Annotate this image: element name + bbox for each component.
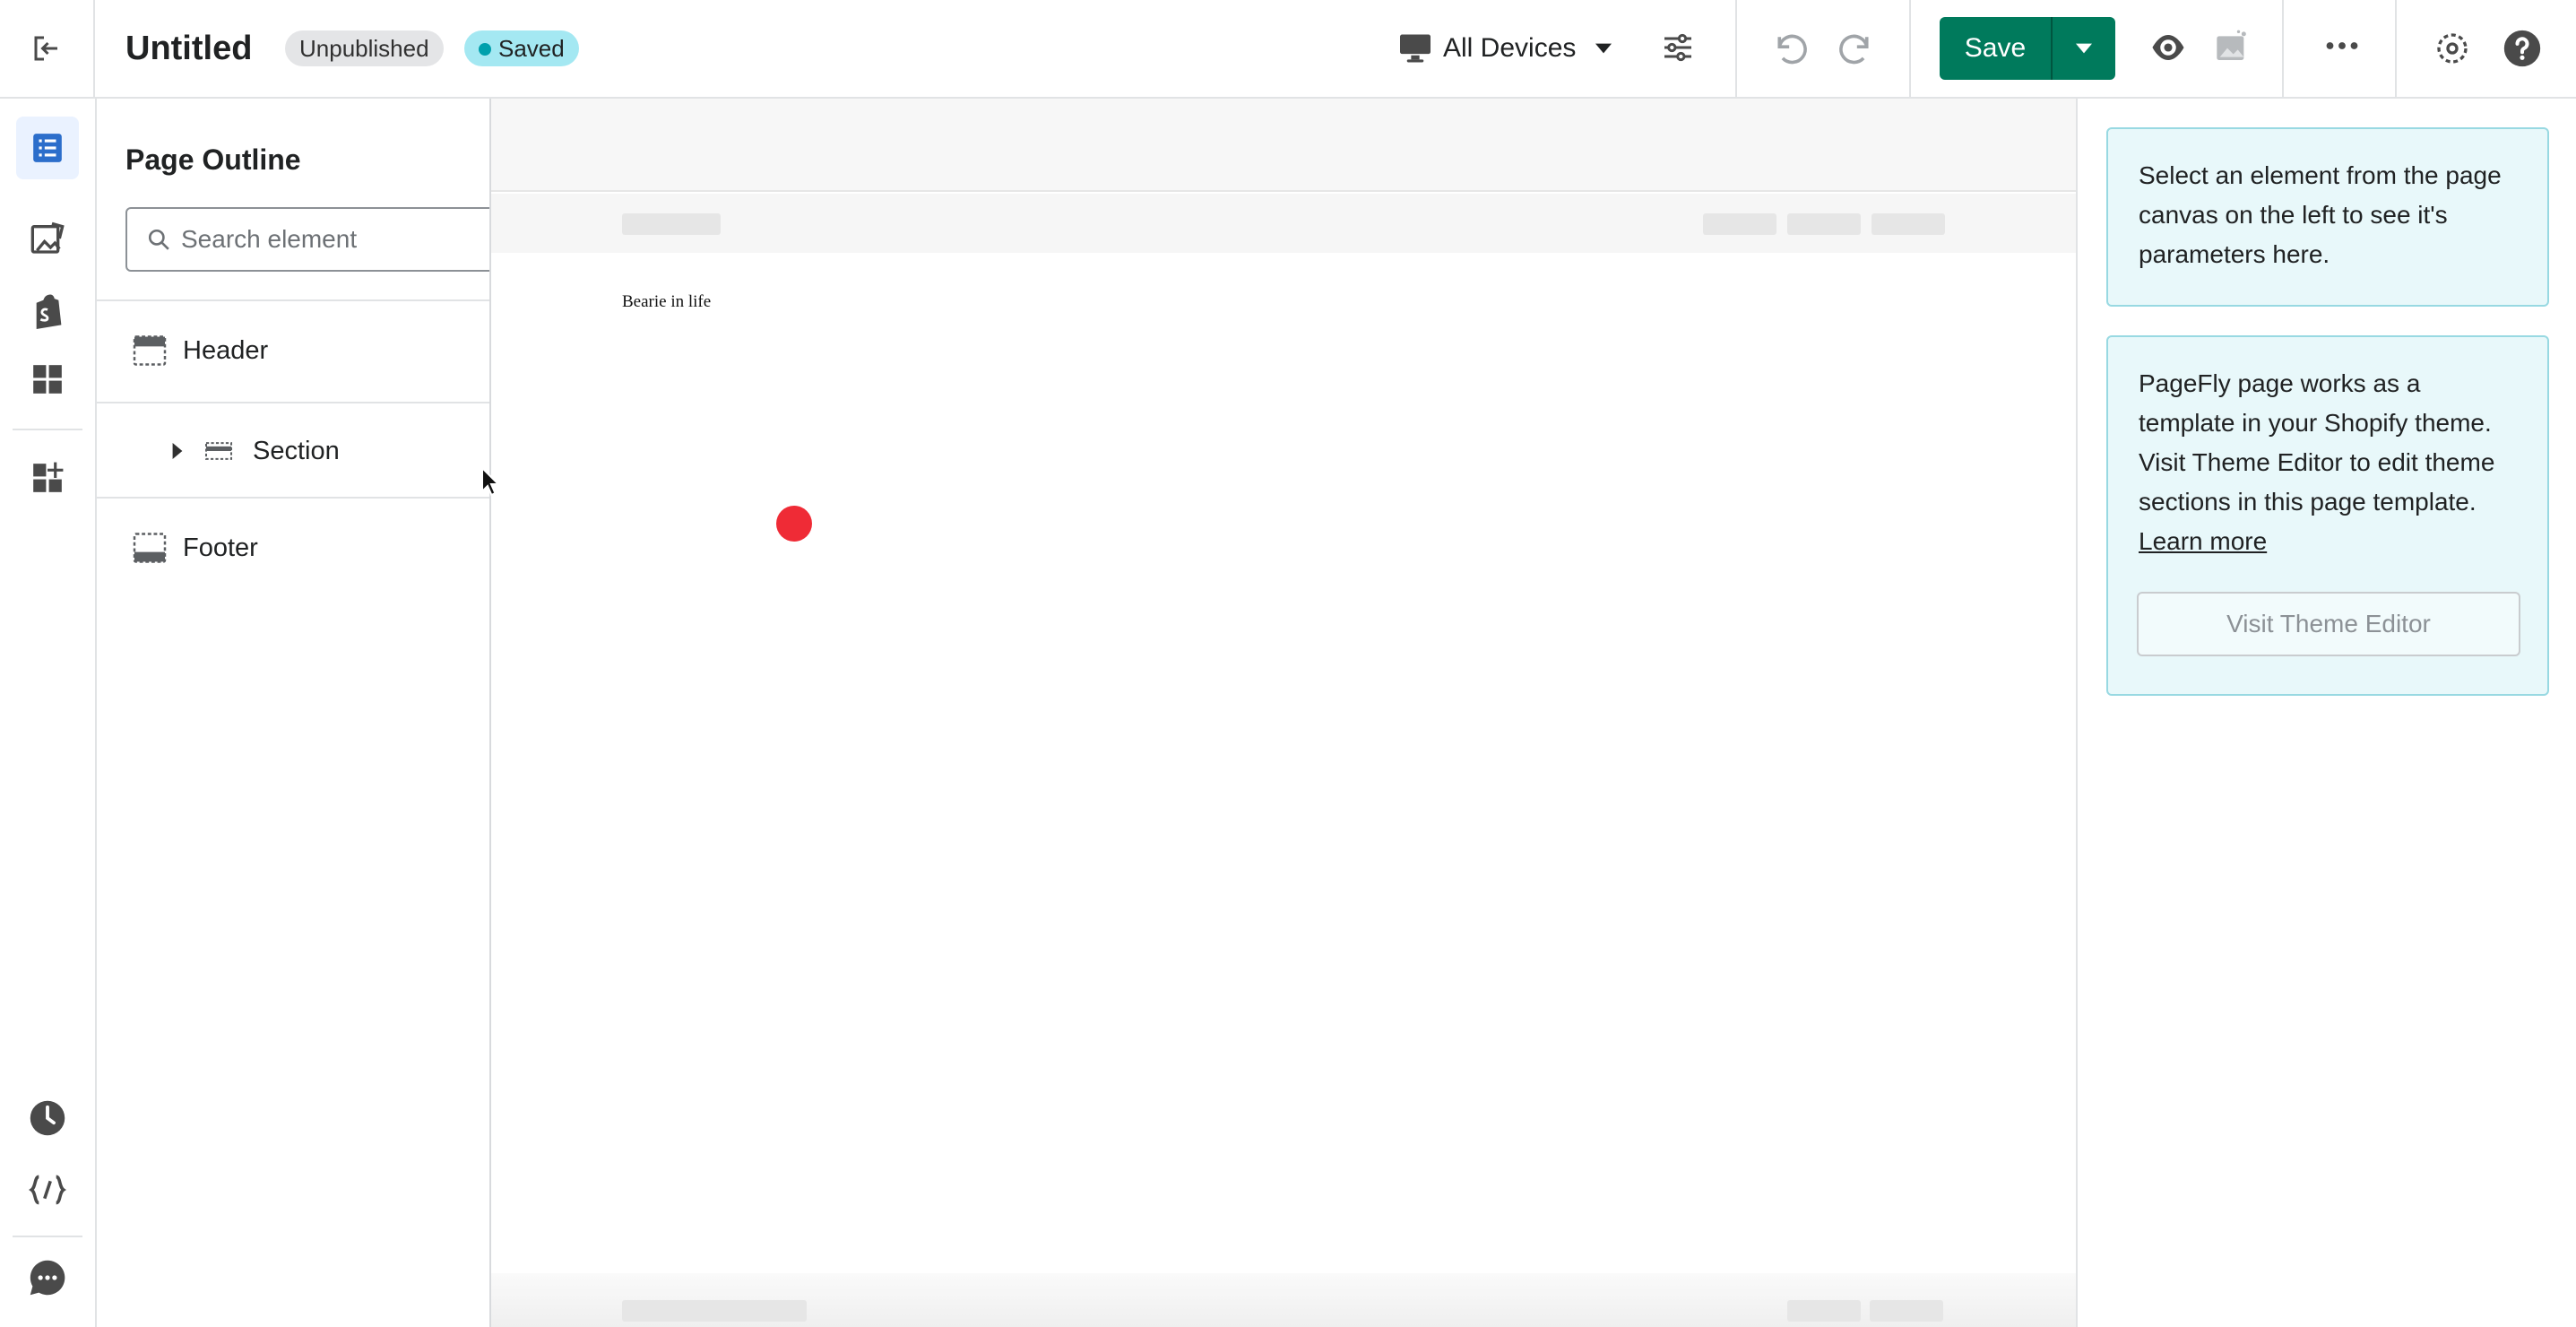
outline-item-label: Section — [253, 436, 340, 465]
page-canvas[interactable]: Bearie in life — [491, 99, 2078, 1327]
gear-icon — [2437, 33, 2468, 64]
undo-button[interactable] — [1771, 30, 1811, 71]
caret-down-icon — [1595, 43, 1612, 54]
outline-item-header[interactable]: Header — [97, 301, 489, 400]
skeleton-footer-link — [1870, 1300, 1943, 1322]
skeleton-nav — [1703, 213, 1776, 235]
info-card-theme-editor: PageFly page works as a template in your… — [2106, 335, 2549, 696]
outline-title: Page Outline — [125, 143, 301, 176]
elements-grid-icon — [33, 365, 62, 394]
page-outline-icon — [33, 134, 62, 162]
redo-button[interactable] — [1836, 30, 1875, 71]
skeleton-nav — [1787, 213, 1861, 235]
app-settings-button[interactable] — [2434, 30, 2470, 71]
info-card-select-element: Select an element from the page canvas o… — [2106, 127, 2549, 307]
save-button-group: Save — [1940, 17, 2115, 80]
rail-divider — [13, 1236, 82, 1237]
visit-theme-editor-button[interactable]: Visit Theme Editor — [2137, 592, 2520, 656]
page-settings-button[interactable] — [1660, 30, 1696, 70]
saved-badge-label: Saved — [498, 35, 565, 62]
status-badge: Unpublished — [285, 30, 444, 66]
undo-icon — [1777, 34, 1807, 65]
media-icon — [30, 221, 65, 254]
code-icon — [29, 1175, 66, 1205]
image-icon — [2217, 30, 2246, 60]
device-selector[interactable]: All Devices — [1398, 29, 1612, 68]
divider — [1735, 0, 1737, 97]
saved-badge: Saved — [464, 30, 579, 66]
rail-elements[interactable] — [16, 348, 79, 411]
rail-page-outline[interactable] — [16, 117, 79, 179]
outline-item-section[interactable]: Section — [97, 402, 489, 500]
rail-shopify[interactable] — [16, 280, 79, 343]
top-bar: Untitled Unpublished Saved All Devices S… — [0, 0, 2576, 99]
divider — [1909, 0, 1911, 97]
chat-icon — [30, 1260, 65, 1296]
mouse-cursor-icon — [481, 466, 501, 497]
outline-item-footer[interactable]: Footer — [97, 499, 489, 597]
learn-more-link[interactable]: Learn more — [2139, 527, 2267, 555]
exit-icon — [34, 36, 57, 61]
device-selector-label: All Devices — [1443, 33, 1577, 63]
header-layout-icon — [133, 335, 167, 366]
search-input[interactable] — [181, 225, 468, 254]
save-options-button[interactable] — [2053, 17, 2115, 80]
canvas-top-area — [491, 99, 2076, 192]
caret-down-icon — [2076, 43, 2092, 54]
canvas-theme-footer — [491, 1273, 2076, 1327]
sliders-icon — [1664, 33, 1691, 62]
desktop-icon — [1400, 34, 1431, 63]
left-rail — [0, 99, 97, 1327]
caret-right-icon[interactable] — [172, 443, 183, 459]
info-card-text: PageFly page works as a template in your… — [2139, 369, 2495, 516]
search-icon — [148, 229, 169, 250]
add-element-icon — [33, 462, 64, 492]
redo-icon — [1839, 34, 1869, 65]
help-button[interactable] — [2503, 29, 2542, 73]
rail-history[interactable] — [16, 1087, 79, 1149]
skeleton-footer-link — [1787, 1300, 1861, 1322]
canvas-text[interactable]: Bearie in life — [622, 292, 711, 312]
more-horizontal-icon — [2326, 42, 2358, 49]
section-layout-icon — [204, 442, 233, 460]
rail-divider — [13, 429, 82, 430]
preview-button[interactable] — [2149, 32, 2187, 67]
rail-chat-support[interactable] — [16, 1246, 79, 1309]
rail-media[interactable] — [16, 207, 79, 270]
outline-item-label: Footer — [183, 533, 258, 562]
history-icon — [30, 1100, 65, 1136]
image-optimizer-button[interactable] — [2214, 29, 2250, 69]
footer-layout-icon — [133, 533, 167, 563]
outline-item-label: Header — [183, 335, 269, 365]
skeleton-logo — [622, 213, 721, 235]
more-actions-button[interactable] — [2326, 39, 2358, 56]
rail-custom-code[interactable] — [16, 1158, 79, 1221]
page-outline-panel: Page Outline Header Section Footer — [97, 99, 491, 1327]
rail-add-elements[interactable] — [16, 447, 79, 509]
outline-search[interactable] — [125, 207, 489, 272]
skeleton-footer-text — [622, 1300, 807, 1322]
saved-dot-icon — [479, 43, 491, 56]
divider — [2282, 0, 2284, 97]
shopify-icon — [36, 294, 62, 329]
divider — [2395, 0, 2397, 97]
page-title[interactable]: Untitled — [125, 27, 252, 70]
help-icon — [2503, 30, 2541, 67]
exit-button[interactable] — [0, 0, 95, 97]
inspector-panel: Select an element from the page canvas o… — [2078, 99, 2576, 1327]
skeleton-nav — [1871, 213, 1945, 235]
save-button[interactable]: Save — [1940, 17, 2051, 80]
info-card-text: Select an element from the page canvas o… — [2139, 161, 2502, 268]
canvas-theme-header — [491, 194, 2076, 253]
eye-icon — [2152, 35, 2184, 60]
click-indicator — [776, 506, 812, 542]
